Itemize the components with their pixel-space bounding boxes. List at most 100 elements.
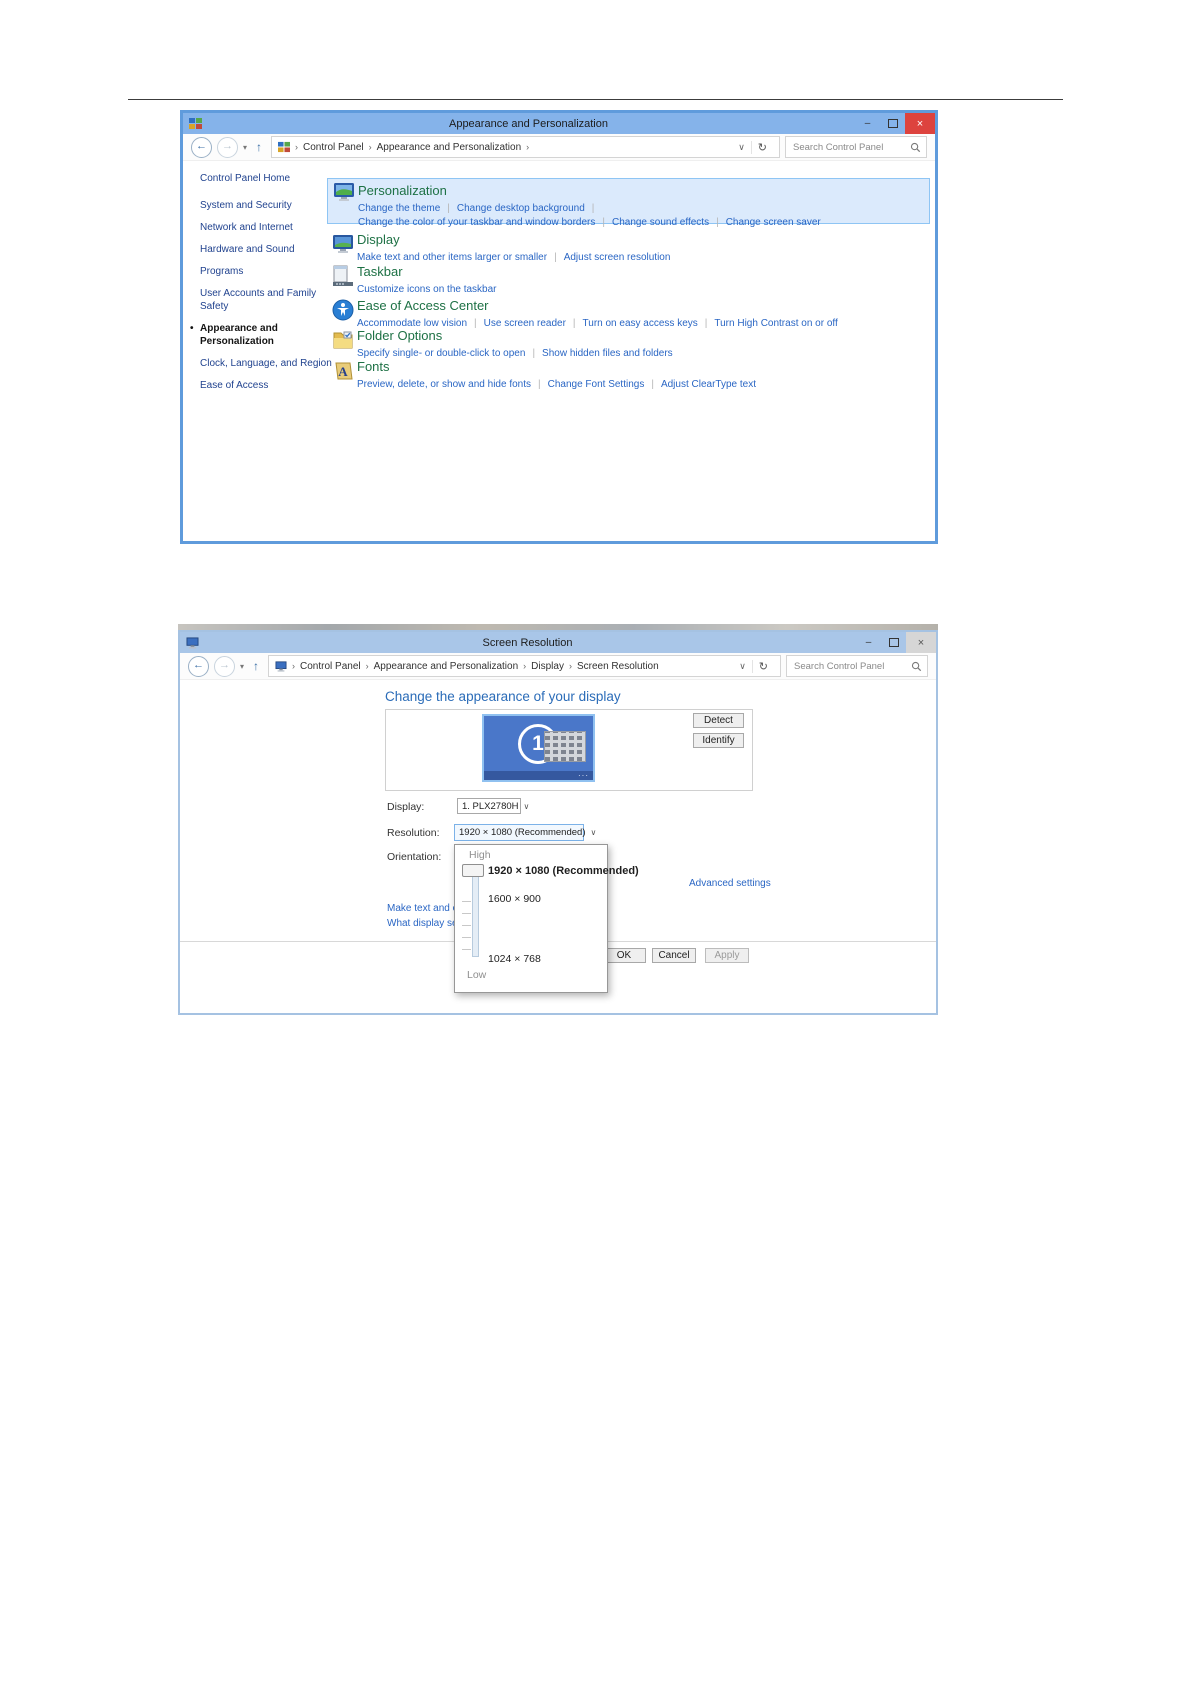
breadcrumb-appearance[interactable]: Appearance and Personalization [377,142,522,153]
detect-button[interactable]: Detect [693,713,744,728]
control-panel-icon [278,141,290,153]
forward-button[interactable]: → [217,137,238,158]
sidebar-item-system-security[interactable]: System and Security [200,199,325,212]
resolution-option-1024[interactable]: 1024 × 768 [488,953,541,965]
resolution-dropdown-flyout: High 1920 × 1080 (Recommended) 1600 × 90… [454,844,608,993]
breadcrumb-control-panel[interactable]: Control Panel [300,661,361,672]
window-controls: – × [855,113,935,134]
recent-pages-button[interactable]: ▾ [243,143,247,152]
section-title-display[interactable]: Display [357,232,400,247]
sidebar-item-user-accounts[interactable]: User Accounts and Family Safety [200,287,325,313]
search-input[interactable] [791,141,910,154]
apply-button[interactable]: Apply [705,948,749,963]
section-title-fonts[interactable]: Fonts [357,359,390,374]
refresh-icon[interactable]: ↻ [752,660,774,673]
breadcrumb-control-panel[interactable]: Control Panel [303,142,364,153]
task-link[interactable]: Change sound effects [612,217,709,228]
link-separator: | [716,217,719,228]
minimize-button[interactable]: – [856,632,881,653]
task-link[interactable]: Change desktop background [457,203,585,214]
sidebar-item-network-internet[interactable]: Network and Internet [200,221,325,234]
recent-pages-button[interactable]: ▾ [240,662,244,671]
resolution-option-1920[interactable]: 1920 × 1080 (Recommended) [488,865,639,877]
breadcrumb-appearance[interactable]: Appearance and Personalization [374,661,519,672]
identify-button[interactable]: Identify [693,733,744,748]
up-button[interactable]: ↑ [252,140,266,154]
back-button[interactable]: ← [188,656,209,677]
personalization-icon [333,181,355,203]
section-title-taskbar[interactable]: Taskbar [357,264,403,279]
ease-of-access-icon [332,299,354,321]
display-preview-monitor[interactable]: 1 ··· [482,714,595,782]
resolution-slider-track[interactable] [472,869,479,957]
orientation-label: Orientation: [387,851,441,863]
search-input[interactable] [792,660,911,673]
ok-button[interactable]: OK [602,948,646,963]
task-link[interactable]: Change Font Settings [548,379,645,390]
forward-button[interactable]: → [214,656,235,677]
task-link[interactable]: Change screen saver [726,217,821,228]
address-dropdown-icon[interactable]: ∨ [732,142,751,153]
display-select-value: 1. PLX2780H [462,801,519,812]
page-heading: Change the appearance of your display [385,689,621,704]
cancel-button[interactable]: Cancel [652,948,696,963]
control-panel-content: Personalization Change the theme | Chang… [325,160,935,541]
link-separator: | [554,252,557,263]
advanced-settings-link[interactable]: Advanced settings [689,878,771,889]
task-link[interactable]: Adjust ClearType text [661,379,756,390]
sidebar-item-clock-language[interactable]: Clock, Language, and Region [200,357,325,370]
display-select[interactable]: 1. PLX2780H ∨ [457,798,521,814]
maximize-button[interactable] [881,632,906,653]
titlebar[interactable]: Screen Resolution – × [180,632,936,653]
task-link[interactable]: Change the color of your taskbar and win… [358,217,595,228]
low-label: Low [467,969,486,981]
close-button[interactable]: × [906,632,936,653]
display-preview-panel: 1 ··· Detect Identify [385,709,753,791]
sidebar-item-home[interactable]: Control Panel Home [200,173,325,184]
navigation-bar: ← → ▾ ↑ › Control Panel › Appearance and… [180,653,936,680]
window-title: Appearance and Personalization [202,118,855,130]
navigation-bar: ← → ▾ ↑ › Control Panel › Appearance and… [183,134,935,161]
address-bar[interactable]: › Control Panel › Appearance and Persona… [271,136,780,158]
up-button[interactable]: ↑ [249,659,263,673]
sidebar-item-hardware-sound[interactable]: Hardware and Sound [200,243,325,256]
section-fonts: A Fonts Preview, delete, or show and hid… [327,358,930,390]
crumb-separator: › [366,661,369,671]
link-separator: | [538,379,541,390]
crumb-separator: › [369,142,372,152]
section-title-personalization[interactable]: Personalization [358,183,447,198]
resolution-select-value: 1920 × 1080 (Recommended) [459,827,585,838]
resolution-select[interactable]: 1920 × 1080 (Recommended) ∨ [454,824,584,841]
task-link[interactable]: Customize icons on the taskbar [357,284,497,295]
crumb-separator: › [295,142,298,152]
close-button[interactable]: × [905,113,935,134]
task-link[interactable]: Change the theme [358,203,440,214]
folder-options-icon [332,329,354,351]
sidebar-item-programs[interactable]: Programs [200,265,325,278]
section-title-folder-options[interactable]: Folder Options [357,328,442,343]
address-bar[interactable]: › Control Panel › Appearance and Persona… [268,655,781,677]
task-link[interactable]: Make text and other items larger or smal… [357,252,547,263]
task-link[interactable]: Adjust screen resolution [564,252,671,263]
control-panel-icon [189,117,202,130]
high-label: High [469,849,491,861]
breadcrumb-display[interactable]: Display [531,661,564,672]
resolution-grid-icon [544,731,586,762]
back-button[interactable]: ← [191,137,212,158]
breadcrumb-screen-resolution[interactable]: Screen Resolution [577,661,659,672]
address-bar-controls: ∨ ↻ [733,656,774,676]
titlebar[interactable]: Appearance and Personalization – × [183,113,935,134]
address-bar-controls: ∨ ↻ [732,137,773,157]
maximize-button[interactable] [880,113,905,134]
section-personalization: Personalization Change the theme | Chang… [327,178,930,224]
resolution-slider-thumb[interactable] [462,864,484,877]
resolution-option-1600[interactable]: 1600 × 900 [488,893,541,905]
refresh-icon[interactable]: ↻ [751,141,773,154]
window-controls: – × [856,632,936,653]
section-title-ease-of-access[interactable]: Ease of Access Center [357,298,489,313]
task-link[interactable]: Preview, delete, or show and hide fonts [357,379,531,390]
sidebar-item-ease-of-access[interactable]: Ease of Access [200,379,325,392]
sidebar-item-appearance-active[interactable]: • Appearance and Personalization [200,322,325,348]
address-dropdown-icon[interactable]: ∨ [733,661,752,672]
minimize-button[interactable]: – [855,113,880,134]
